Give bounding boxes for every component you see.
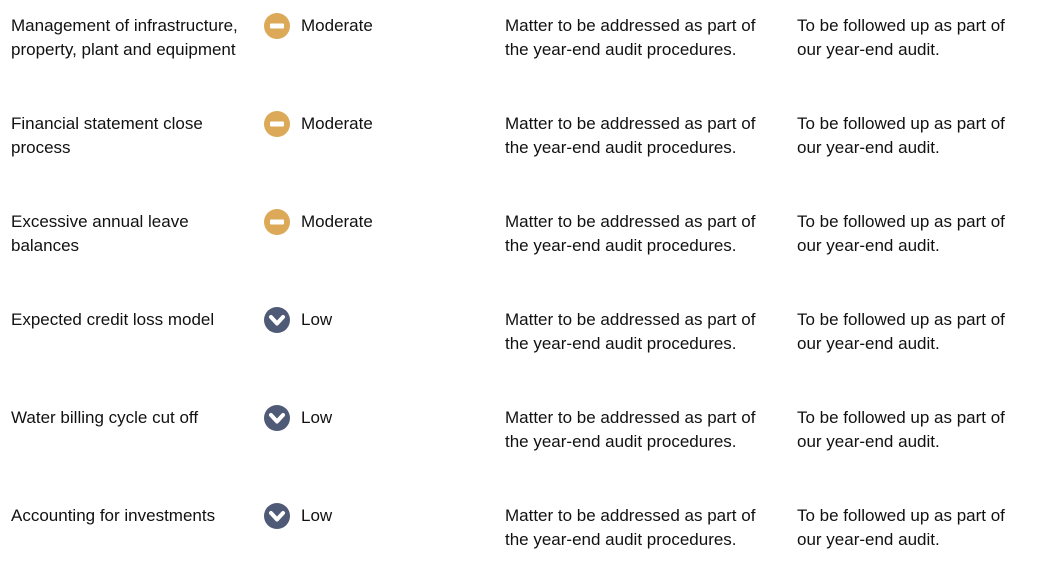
rating-label: Moderate (301, 114, 373, 133)
rating-label: Low (301, 408, 333, 427)
action-cell: To be followed up as part of our year-end… (797, 16, 1005, 59)
table-row: Water billing cycle cut off Low Matter t… (0, 392, 1062, 490)
matter-cell: Matter to be addressed as part of the ye… (505, 114, 756, 157)
matter-cell: Matter to be addressed as part of the ye… (505, 16, 756, 59)
area-cell: Water billing cycle cut off (11, 408, 199, 427)
action-cell: To be followed up as part of our year-end… (797, 506, 1005, 549)
action-cell: To be followed up as part of our year-end… (797, 408, 1005, 451)
minus-circle-icon (263, 208, 291, 236)
chevron-down-circle-icon (263, 502, 291, 530)
matter-cell: Matter to be addressed as part of the ye… (505, 212, 756, 255)
rating-cell: Moderate (263, 208, 463, 236)
action-cell: To be followed up as part of our year-end… (797, 114, 1005, 157)
table-row: Accounting for investments Low Matter to… (0, 490, 1062, 588)
table-row: Financial statement close process Modera… (0, 98, 1062, 196)
action-cell: To be followed up as part of our year-end… (797, 310, 1005, 353)
rating-cell: Low (263, 306, 463, 334)
rating-cell: Low (263, 502, 463, 530)
minus-circle-icon (263, 12, 291, 40)
chevron-down-circle-icon (263, 404, 291, 432)
area-cell: Financial statement close process (11, 114, 203, 157)
rating-label: Moderate (301, 16, 373, 35)
table-row: Expected credit loss model Low Matter to… (0, 294, 1062, 392)
chevron-down-circle-icon (263, 306, 291, 334)
matter-cell: Matter to be addressed as part of the ye… (505, 310, 756, 353)
rating-label: Moderate (301, 212, 373, 231)
matter-cell: Matter to be addressed as part of the ye… (505, 506, 756, 549)
rating-label: Low (301, 310, 333, 329)
area-cell: Management of infrastructure, property, … (11, 16, 238, 59)
table-row: Management of infrastructure, property, … (0, 0, 1062, 98)
findings-table: Management of infrastructure, property, … (0, 0, 1062, 588)
area-cell: Excessive annual leave balances (11, 212, 189, 255)
rating-cell: Low (263, 404, 463, 432)
minus-circle-icon (263, 110, 291, 138)
area-cell: Expected credit loss model (11, 310, 215, 329)
matter-cell: Matter to be addressed as part of the ye… (505, 408, 756, 451)
area-cell: Accounting for investments (11, 506, 216, 525)
action-cell: To be followed up as part of our year-end… (797, 212, 1005, 255)
rating-cell: Moderate (263, 12, 463, 40)
rating-label: Low (301, 506, 333, 525)
table-row: Excessive annual leave balances Moderate… (0, 196, 1062, 294)
rating-cell: Moderate (263, 110, 463, 138)
